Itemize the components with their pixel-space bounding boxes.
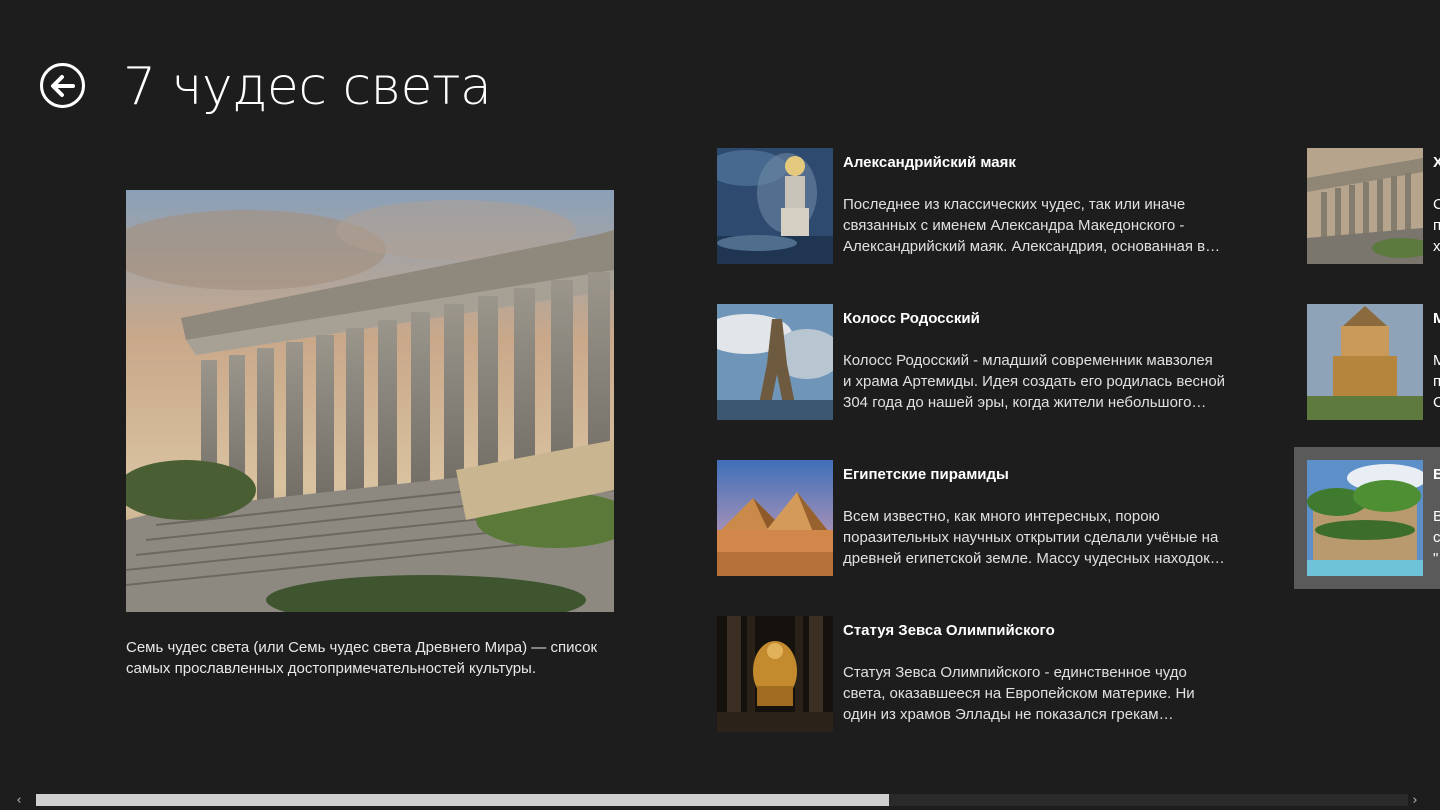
page-title: 7 чудес света bbox=[123, 57, 492, 117]
hero-image-temple-of-artemis[interactable] bbox=[126, 190, 614, 612]
item-title: Александрийский маяк bbox=[843, 154, 1016, 171]
list-item[interactable]: М М п С bbox=[1307, 304, 1440, 420]
lighthouse-thumbnail bbox=[717, 148, 833, 264]
item-description: М п С bbox=[1433, 352, 1440, 411]
scroll-thumb[interactable] bbox=[36, 794, 889, 806]
zeus-statue-thumbnail bbox=[717, 616, 833, 732]
item-description: Колосс Родосский - младший современник м… bbox=[843, 352, 1226, 411]
temple-thumbnail bbox=[1307, 148, 1423, 264]
item-title: Колосс Родосский bbox=[843, 310, 980, 327]
back-button[interactable] bbox=[40, 63, 85, 108]
item-title: Египетские пирамиды bbox=[843, 466, 1009, 483]
hero-description: Семь чудес света (или Семь чудес света Д… bbox=[126, 639, 598, 677]
item-description: Статуя Зевса Олимпийского - единственное… bbox=[843, 664, 1195, 723]
item-description: Всем известно, как много интересных, пор… bbox=[843, 508, 1225, 567]
list-item[interactable]: Колосс Родосский Колосс Родосский - млад… bbox=[717, 304, 1237, 420]
list-item[interactable]: Статуя Зевса Олимпийского Статуя Зевса О… bbox=[717, 616, 1237, 732]
list-item[interactable]: Александрийский маяк Последнее из класси… bbox=[717, 148, 1237, 264]
list-item-selected[interactable]: В В с " bbox=[1307, 460, 1440, 576]
item-description: Последнее из классических чудес, так или… bbox=[843, 196, 1221, 255]
pyramids-thumbnail bbox=[717, 460, 833, 576]
hanging-gardens-thumbnail bbox=[1307, 460, 1423, 576]
mausoleum-thumbnail bbox=[1307, 304, 1423, 420]
scroll-right-arrow-icon[interactable]: › bbox=[1404, 792, 1426, 808]
item-title: Статуя Зевса Олимпийского bbox=[843, 622, 1055, 639]
list-item[interactable]: Х С п х bbox=[1307, 148, 1440, 264]
horizontal-scrollbar[interactable]: ‹ › bbox=[0, 790, 1440, 810]
arrow-left-icon bbox=[50, 74, 75, 97]
colossus-thumbnail bbox=[717, 304, 833, 420]
item-title: В bbox=[1433, 466, 1440, 483]
item-description: В с " bbox=[1433, 508, 1440, 567]
list-item[interactable]: Египетские пирамиды Всем известно, как м… bbox=[717, 460, 1237, 576]
item-title: М bbox=[1433, 310, 1440, 327]
scroll-left-arrow-icon[interactable]: ‹ bbox=[8, 792, 30, 808]
item-title: Х bbox=[1433, 154, 1440, 171]
item-description: С п х bbox=[1433, 196, 1440, 255]
